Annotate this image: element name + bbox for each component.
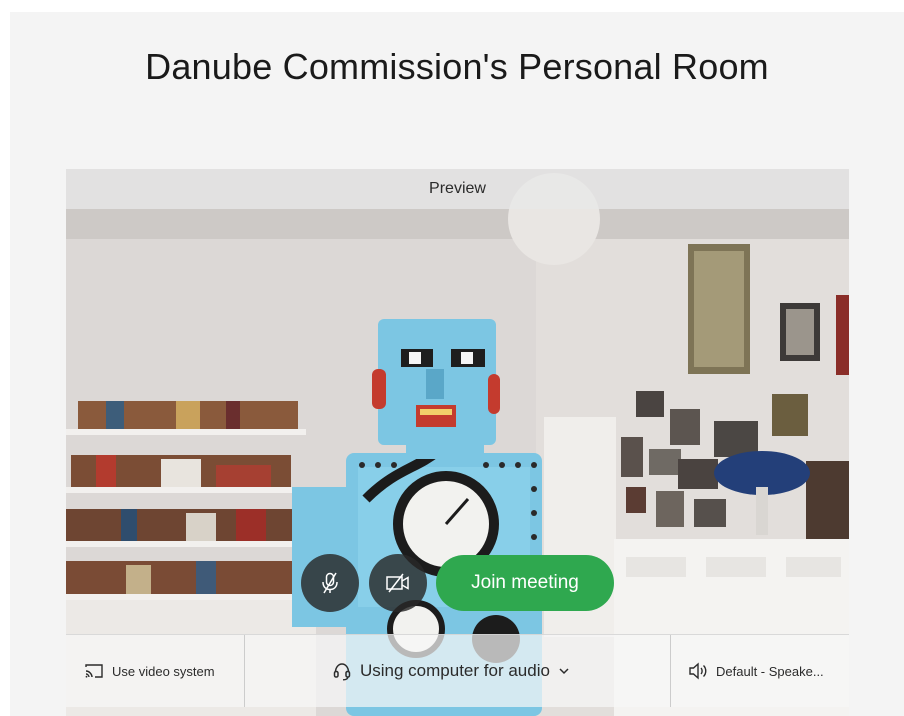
stop-video-button[interactable] xyxy=(369,554,427,612)
join-meeting-button[interactable]: Join meeting xyxy=(436,555,614,611)
footer-bar: Use video system Using computer for audi… xyxy=(66,634,849,707)
headset-icon xyxy=(332,661,352,681)
chevron-down-icon xyxy=(558,667,570,675)
video-off-icon xyxy=(386,573,409,593)
video-preview: Preview Join meeting Use video system Us… xyxy=(66,169,849,716)
audio-connection-label: Using computer for audio xyxy=(360,661,550,680)
cast-screen-icon xyxy=(84,663,104,679)
footer-divider xyxy=(670,635,671,707)
speaker-selector[interactable]: Default - Speake... xyxy=(688,635,824,707)
microphone-muted-icon xyxy=(322,572,338,594)
mute-button[interactable] xyxy=(301,554,359,612)
meeting-preview-page: Danube Commission's Personal Room Previe… xyxy=(10,12,904,716)
use-video-system-label: Use video system xyxy=(112,663,215,679)
audio-connection-dropdown[interactable]: Using computer for audio xyxy=(332,635,570,707)
speaker-label: Default - Speake... xyxy=(716,663,824,679)
footer-divider xyxy=(244,635,245,707)
meeting-controls: Join meeting xyxy=(66,554,849,612)
speaker-icon xyxy=(688,662,708,680)
preview-header: Preview xyxy=(66,169,849,209)
page-title: Danube Commission's Personal Room xyxy=(145,46,769,87)
use-video-system-button[interactable]: Use video system xyxy=(84,635,215,707)
